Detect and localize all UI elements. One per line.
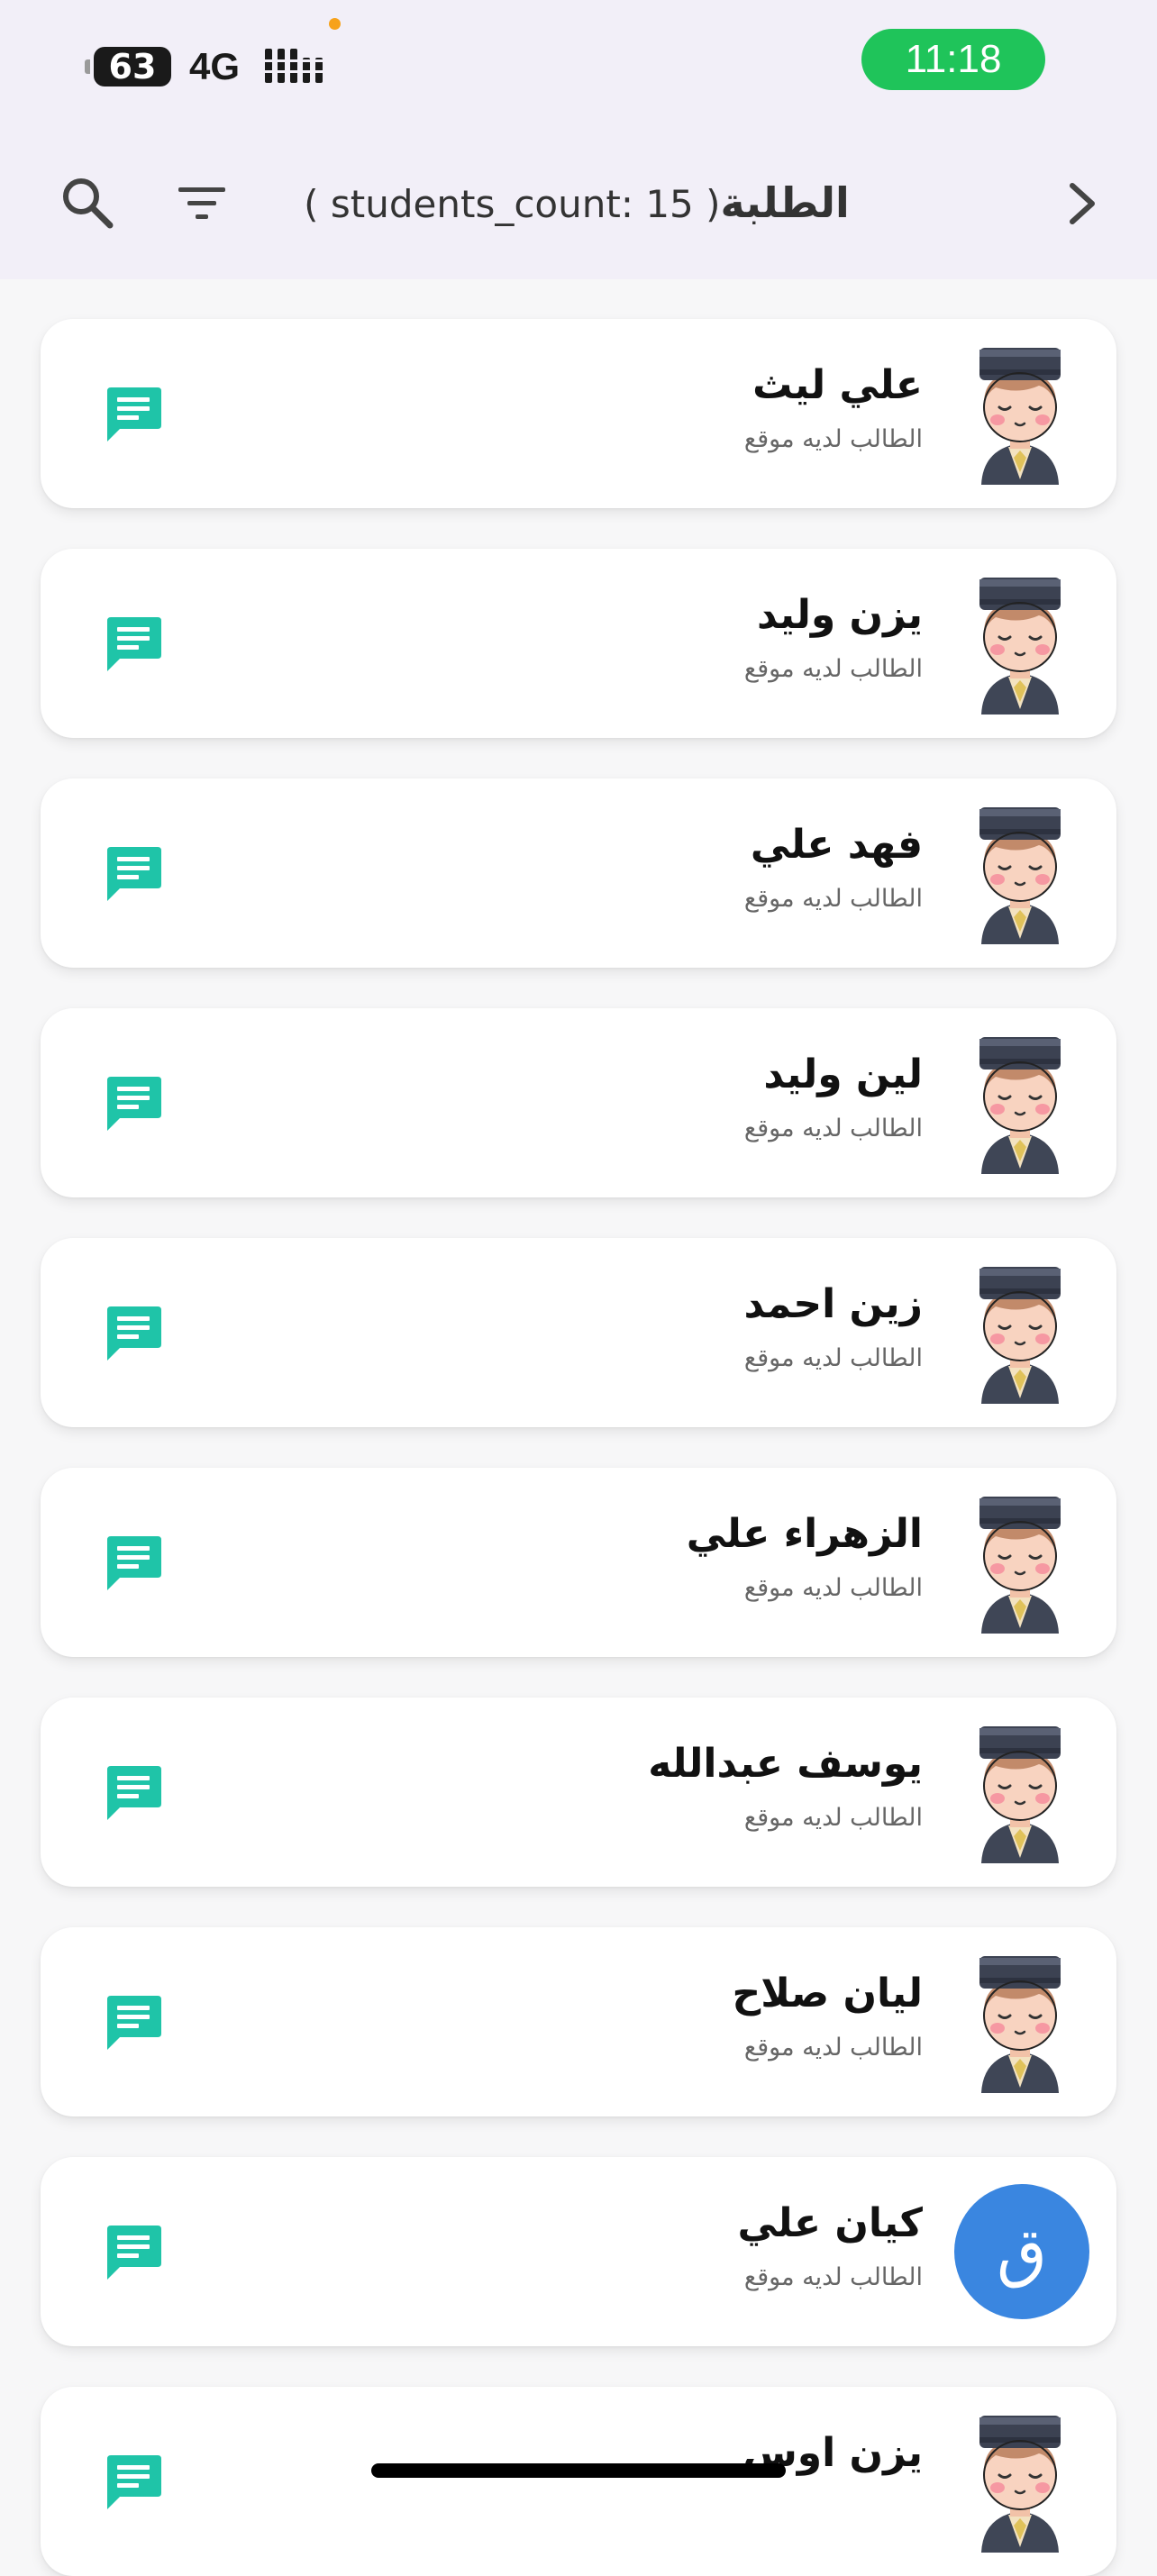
student-status: الطالب لديه موقع xyxy=(743,1115,923,1142)
filter-icon[interactable] xyxy=(173,175,231,232)
app-bar: ( students_count: 15 )الطلبة xyxy=(0,135,1157,279)
initial-avatar: ق xyxy=(954,2184,1089,2319)
page-title-arabic: الطلبة xyxy=(720,178,850,227)
student-name: الزهراء علي xyxy=(686,1511,923,1557)
student-card[interactable]: ليان صلاح الطالب لديه موقع xyxy=(41,1927,1116,2116)
student-avatar xyxy=(965,1032,1075,1174)
student-card[interactable]: لين وليد الطالب لديه موقع xyxy=(41,1008,1116,1197)
student-name: لين وليد xyxy=(763,1051,923,1097)
student-name: ليان صلاح xyxy=(732,1971,923,2016)
chevron-right-icon[interactable] xyxy=(1060,175,1107,232)
student-card[interactable]: علي ليث الطالب لديه موقع xyxy=(41,319,1116,508)
student-status: الطالب لديه موقع xyxy=(743,2034,923,2062)
student-status: الطالب لديه موقع xyxy=(743,1574,923,1602)
message-icon[interactable] xyxy=(104,1762,163,1822)
student-card[interactable]: فهد علي الطالب لديه موقع xyxy=(41,778,1116,968)
message-icon[interactable] xyxy=(104,1303,163,1362)
student-avatar xyxy=(965,1721,1075,1863)
student-avatar xyxy=(965,342,1075,485)
student-name: زين احمد xyxy=(743,1281,923,1327)
student-card[interactable]: زين احمد الطالب لديه موقع xyxy=(41,1238,1116,1427)
home-indicator[interactable] xyxy=(371,2463,786,2478)
student-avatar xyxy=(965,1261,1075,1404)
student-name: كيان علي xyxy=(737,2200,923,2246)
student-avatar xyxy=(965,802,1075,944)
student-card[interactable]: يوسف عبدالله الطالب لديه موقع xyxy=(41,1698,1116,1887)
student-card[interactable]: كيان علي الطالب لديه موقع ق xyxy=(41,2157,1116,2346)
message-icon[interactable] xyxy=(104,843,163,903)
message-icon[interactable] xyxy=(104,2222,163,2281)
student-card[interactable]: يزن اوس xyxy=(41,2387,1116,2576)
student-avatar xyxy=(965,1491,1075,1634)
battery-nub xyxy=(85,59,90,74)
student-avatar xyxy=(965,2410,1075,2553)
message-icon[interactable] xyxy=(104,1073,163,1133)
message-icon[interactable] xyxy=(104,1533,163,1592)
student-name: يزن وليد xyxy=(756,592,923,638)
student-status: الطالب لديه موقع xyxy=(743,885,923,913)
student-name: يوسف عبدالله xyxy=(648,1741,923,1787)
message-icon[interactable] xyxy=(104,614,163,673)
student-card[interactable]: الزهراء علي الطالب لديه موقع xyxy=(41,1468,1116,1657)
student-name: فهد علي xyxy=(750,822,923,868)
page-title: ( students_count: 15 )الطلبة xyxy=(270,171,883,234)
privacy-indicator-dot xyxy=(329,18,341,30)
student-avatar xyxy=(965,572,1075,715)
student-status: الطالب لديه موقع xyxy=(743,655,923,683)
student-status: الطالب لديه موقع xyxy=(743,425,923,453)
student-avatar xyxy=(965,1951,1075,2093)
message-icon[interactable] xyxy=(104,1992,163,2052)
status-bar: 63 4G 11:18 xyxy=(0,0,1157,135)
battery-indicator: 63 xyxy=(94,47,171,86)
time-pill[interactable]: 11:18 xyxy=(861,29,1045,90)
student-status: الطالب لديه موقع xyxy=(743,1344,923,1372)
student-status: الطالب لديه موقع xyxy=(743,2263,923,2291)
student-card[interactable]: يزن وليد الطالب لديه موقع xyxy=(41,549,1116,738)
student-name: علي ليث xyxy=(752,362,923,408)
message-icon[interactable] xyxy=(104,384,163,443)
signal-icon xyxy=(263,49,326,83)
students-count: ( students_count: 15 ) xyxy=(304,182,721,226)
message-icon[interactable] xyxy=(104,2452,163,2511)
student-status: الطالب لديه موقع xyxy=(743,1804,923,1832)
search-icon[interactable] xyxy=(56,171,119,234)
network-type: 4G xyxy=(189,45,241,87)
